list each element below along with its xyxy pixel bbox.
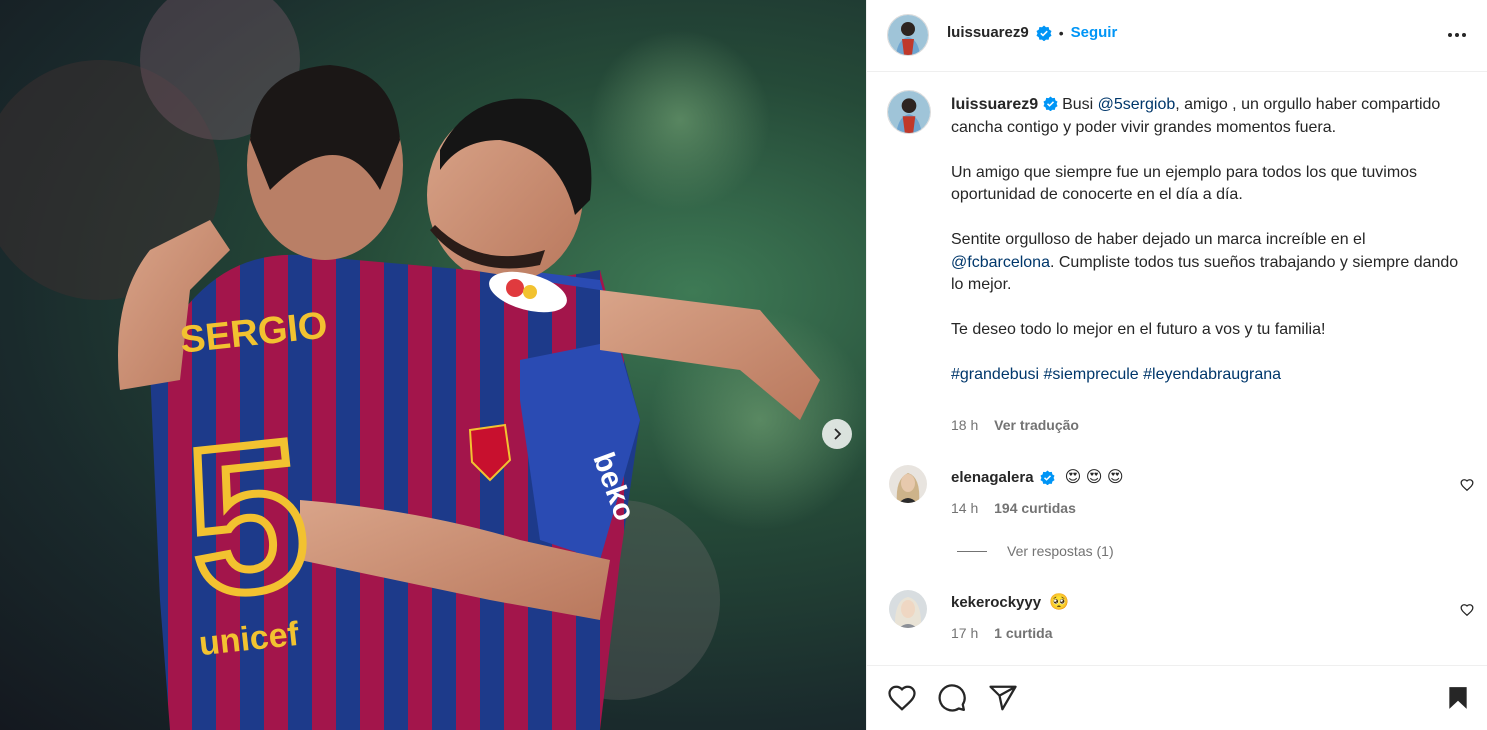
comments-scroll-area[interactable]: luissuarez9 Busi @5sergiob, amigo , un o… (867, 72, 1487, 665)
bookmark-icon[interactable] (1445, 683, 1471, 713)
caption-para-2: Un amigo que siempre fue un ejemplo para… (951, 163, 1418, 204)
chevron-right-icon (834, 428, 842, 440)
caption-meta: 18 h Ver tradução (951, 417, 1079, 433)
avatar-image (889, 465, 927, 503)
comment-text: 😍 😍 😍 (1064, 469, 1124, 486)
post-side-panel: luissuarez9 • Seguir luissuarez9 Busi @5… (866, 0, 1487, 730)
comment-username[interactable]: kekerockyyy (951, 594, 1041, 611)
caption-time[interactable]: 18 h (951, 417, 978, 433)
mention-link[interactable]: @5sergiob (1098, 96, 1176, 113)
author-username[interactable]: luissuarez9 (947, 24, 1029, 41)
view-replies-label: Ver respostas (1) (1007, 543, 1114, 559)
caption-hashtags: #grandebusi #siemprecule #leyendabraugra… (951, 364, 1461, 387)
separator-dot: • (1058, 24, 1064, 41)
heart-icon[interactable] (887, 683, 917, 713)
comment-username[interactable]: elenagalera (951, 469, 1034, 486)
avatar-image (889, 590, 927, 628)
caption-text-3: Sentite orgulloso de haber dejado un mar… (951, 231, 1366, 248)
verified-badge-icon (1036, 25, 1052, 41)
post-action-bar (867, 665, 1487, 730)
mention-link[interactable]: @fcbarcelona (951, 254, 1050, 271)
post-caption: luissuarez9 Busi @5sergiob, amigo , un o… (951, 94, 1461, 387)
caption-author-avatar[interactable] (887, 90, 931, 134)
follow-button[interactable]: Seguir (1071, 24, 1118, 41)
jersey-number: 5 (177, 395, 318, 641)
caption-username[interactable]: luissuarez9 (951, 96, 1038, 113)
comment-time[interactable]: 14 h (951, 500, 978, 516)
comment-like-heart-icon[interactable] (1460, 478, 1474, 492)
caption-para-3: Sentite orgulloso de haber dejado un mar… (951, 229, 1461, 297)
share-icon[interactable] (988, 683, 1018, 713)
comment-row: elenagalera 😍 😍 😍 (951, 467, 1124, 487)
caption-para-4: Te deseo todo lo mejor en el futuro a vo… (951, 321, 1326, 338)
header-user-row: luissuarez9 • Seguir (947, 24, 1117, 41)
verified-badge-icon (1043, 96, 1058, 111)
replies-divider (957, 550, 987, 552)
comment-text: 🥺 (1049, 594, 1070, 611)
avatar-image (888, 15, 928, 55)
hashtag-link[interactable]: #grandebusi (951, 366, 1039, 383)
comment-icon[interactable] (937, 683, 967, 713)
verified-badge-icon (1040, 469, 1055, 485)
avatar-image (888, 91, 930, 133)
commenter-avatar[interactable] (889, 590, 927, 628)
comment-row: kekerockyyy 🥺 (951, 592, 1069, 612)
commenter-avatar[interactable] (889, 465, 927, 503)
caption-text-1: Busi (1062, 96, 1098, 113)
more-icon[interactable] (1446, 24, 1468, 46)
comment-likes[interactable]: 1 curtida (994, 625, 1052, 641)
hashtag-link[interactable]: #siemprecule (1044, 366, 1139, 383)
post-photo: SERGIO 5 unicef beko (0, 0, 866, 730)
comment-like-heart-icon[interactable] (1460, 603, 1474, 617)
hashtag-link[interactable]: #leyendabraugrana (1143, 366, 1281, 383)
comment-likes[interactable]: 194 curtidas (994, 500, 1076, 516)
translate-link[interactable]: Ver tradução (994, 417, 1079, 433)
comment-meta: 14 h 194 curtidas (951, 500, 1076, 516)
view-replies-button[interactable]: Ver respostas (1) (957, 543, 1114, 559)
next-photo-button[interactable] (822, 419, 852, 449)
caption-para-1: luissuarez9 Busi @5sergiob, amigo , un o… (951, 94, 1461, 139)
post-media[interactable]: SERGIO 5 unicef beko (0, 0, 866, 730)
comment-meta: 17 h 1 curtida (951, 625, 1053, 641)
comment-time[interactable]: 17 h (951, 625, 978, 641)
author-avatar[interactable] (887, 14, 929, 56)
post-header: luissuarez9 • Seguir (867, 0, 1487, 72)
